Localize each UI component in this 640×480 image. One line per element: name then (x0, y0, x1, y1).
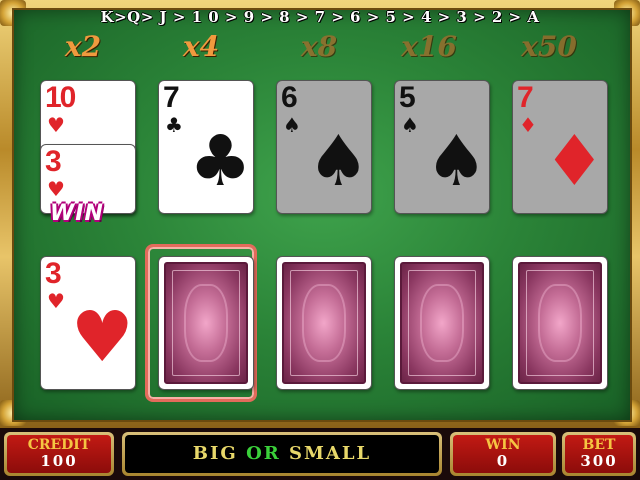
win-tag: WIN (50, 201, 104, 226)
message-small[interactable]: SMALL (289, 443, 371, 464)
heart-icon: ♥ (47, 177, 65, 201)
heart-icon: ♥ (47, 113, 65, 137)
card-rank: 10 (45, 81, 76, 114)
history-card-5: 7 ♦ ♦ (512, 80, 608, 214)
rank-order-text: K>Q> J > 1 0 > 9 > 8 > 7 > 6 > 5 > 4 > 3… (100, 8, 540, 26)
card-rank: 7 (517, 81, 534, 114)
multiplier-x8: x8 (300, 30, 338, 63)
win-label: WIN (485, 437, 521, 453)
diamond-icon: ♦ (519, 113, 537, 137)
credit-value: 100 (40, 452, 78, 470)
card-rank: 6 (281, 81, 298, 114)
multiplier-x50: x50 (521, 30, 577, 63)
heart-icon: ♥ (47, 289, 65, 313)
club-icon: ♣ (165, 113, 183, 137)
heart-icon: ♥ (71, 296, 134, 378)
multiplier-x2: x2 (64, 30, 102, 63)
player-card-back-4[interactable] (512, 256, 608, 390)
card-rank: 3 (45, 145, 62, 178)
spade-icon: ♠ (283, 113, 301, 137)
dealer-card: 3 ♥ ♥ (40, 256, 136, 390)
diamond-icon: ♦ (543, 120, 606, 202)
player-card-back-1[interactable] (158, 256, 254, 390)
card-back-pattern (282, 262, 366, 384)
card-rank: 5 (399, 81, 416, 114)
spade-icon: ♠ (401, 113, 419, 137)
win-panel: WIN 0 (450, 432, 556, 476)
card-back-pattern (400, 262, 484, 384)
club-icon: ♣ (189, 120, 252, 202)
player-card-back-2[interactable] (276, 256, 372, 390)
credit-label: CREDIT (27, 437, 91, 453)
win-value: 0 (496, 452, 510, 470)
bet-value: 300 (580, 452, 618, 470)
card-back-pattern (518, 262, 602, 384)
history-card-3: 6 ♠ ♠ (276, 80, 372, 214)
multiplier-x4: x4 (182, 30, 220, 63)
bet-panel: BET 300 (562, 432, 636, 476)
status-bar: CREDIT 100 BIG OR SMALL WIN 0 BET 300 (0, 428, 640, 480)
message-or: OR (246, 443, 281, 464)
history-card-2: 7 ♣ ♣ (158, 80, 254, 214)
game-screen: K>Q> J > 1 0 > 9 > 8 > 7 > 6 > 5 > 4 > 3… (0, 0, 640, 480)
message-panel: BIG OR SMALL (122, 432, 442, 476)
history-card-4: 5 ♠ ♠ (394, 80, 490, 214)
bet-label: BET (582, 437, 616, 453)
card-rank: 7 (163, 81, 180, 114)
spade-icon: ♠ (425, 120, 488, 202)
card-rank: 3 (45, 257, 62, 290)
player-card-back-3[interactable] (394, 256, 490, 390)
card-back-pattern (164, 262, 248, 384)
spade-icon: ♠ (307, 120, 370, 202)
message-big[interactable]: BIG (193, 443, 238, 464)
multiplier-x16: x16 (401, 30, 457, 63)
credit-panel: CREDIT 100 (4, 432, 114, 476)
